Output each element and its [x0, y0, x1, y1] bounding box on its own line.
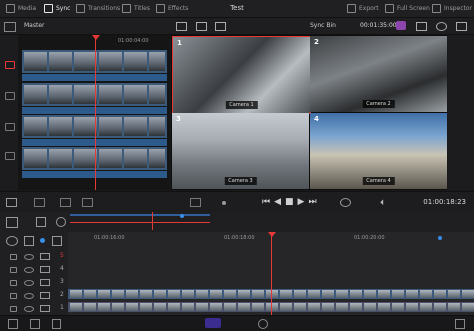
dot-indicator — [222, 201, 226, 205]
track-number: 2 — [60, 291, 64, 298]
sync-bin-clip-strip[interactable]: 01:00:04:00 — [18, 35, 170, 190]
track-number: 1 — [60, 304, 64, 311]
playhead-marker-icon[interactable] — [92, 35, 100, 40]
clip-tool-icon[interactable] — [60, 198, 71, 207]
monitor-icon[interactable] — [40, 279, 50, 286]
loop-icon[interactable] — [340, 198, 351, 207]
marker-dot — [438, 236, 442, 240]
clip-tool-icon[interactable] — [34, 198, 45, 207]
audio-icon[interactable] — [56, 217, 66, 227]
delete-icon[interactable] — [52, 319, 61, 329]
video-track-icon[interactable] — [5, 92, 15, 100]
eye-icon[interactable] — [24, 267, 34, 273]
master-label[interactable]: Master — [24, 22, 45, 29]
camera-label: Camera 2 — [362, 100, 395, 108]
lock-icon[interactable] — [10, 254, 17, 260]
bottom-toolbar — [0, 315, 474, 331]
timeline-playhead[interactable] — [271, 232, 272, 315]
eye-icon[interactable] — [24, 254, 34, 260]
overview-range — [70, 222, 210, 223]
video-track-icon[interactable] — [5, 123, 15, 131]
fullscreen-icon — [385, 4, 394, 13]
timeline-track-headers: 5 4 3 2 1 — [0, 212, 68, 315]
export-icon — [347, 4, 356, 13]
monitor-icon[interactable] — [40, 305, 50, 312]
camera-angle-3[interactable]: 3 Camera 3 — [172, 113, 309, 189]
settings-icon[interactable] — [455, 319, 465, 329]
sync-bin-label: Sync Bin — [310, 22, 336, 29]
audio-icon[interactable] — [215, 22, 226, 31]
viewer-header: Master Sync Bin 00:01:35:00 — [0, 18, 474, 35]
image-icon[interactable] — [176, 22, 187, 31]
clip-tool-icon[interactable] — [82, 198, 93, 207]
camera-angle-2[interactable]: 2 Camera 2 — [310, 36, 447, 112]
camera-label: Camera 1 — [225, 101, 258, 109]
scissors-icon[interactable] — [6, 198, 17, 207]
undo-icon[interactable] — [8, 319, 18, 329]
fullscreen-button[interactable]: Full Screen — [385, 4, 430, 13]
monitor-icon[interactable] — [40, 253, 50, 260]
inspector-button[interactable]: Inspector — [432, 4, 472, 13]
source-playhead[interactable] — [95, 35, 96, 190]
eye-icon[interactable] — [24, 293, 34, 299]
blue-dot-icon[interactable] — [40, 238, 45, 243]
transport-bar: ⏮◀■▶⏭ ⏴ 01:00:18:23 — [0, 191, 474, 212]
camera-angle-4[interactable]: 4 Camera 4 — [310, 113, 447, 189]
eye-icon[interactable] — [24, 306, 34, 312]
viewer-right-rail — [448, 35, 474, 190]
camera-angle-1[interactable]: 1 Camera 1 — [172, 36, 311, 114]
lock-icon[interactable] — [36, 217, 46, 227]
inspector-icon — [432, 4, 441, 13]
grid-icon[interactable] — [52, 236, 62, 246]
fusion-icon[interactable] — [258, 319, 268, 329]
multicam-viewer: 1 Camera 1 2 Camera 2 3 Camera 3 4 Camer… — [171, 35, 447, 190]
text-tool-icon[interactable] — [6, 217, 18, 228]
undo-icon[interactable] — [436, 22, 447, 31]
eye-icon[interactable] — [24, 280, 34, 286]
export-button[interactable]: Export — [347, 4, 379, 13]
monitor-icon[interactable] — [40, 266, 50, 273]
magnet-icon[interactable] — [6, 236, 18, 246]
timeline-timecode: 01:00:18:23 — [423, 198, 466, 206]
viewer-timecode: 00:01:35:00 — [360, 22, 397, 29]
settings-icon[interactable] — [456, 22, 467, 31]
playback-controls[interactable]: ⏮◀■▶⏭ — [262, 197, 321, 207]
source-timecode: 01:00:04:00 — [118, 38, 149, 44]
panel-toggle-icon[interactable] — [4, 22, 16, 32]
camera-label: Camera 3 — [224, 177, 257, 185]
playhead-marker-icon[interactable] — [268, 232, 276, 237]
prev-edit-icon[interactable]: ⏴ — [380, 198, 384, 208]
track-number: 3 — [60, 278, 64, 285]
lock-icon[interactable] — [10, 280, 17, 286]
cut-page-icon[interactable] — [205, 318, 221, 328]
ruler-timecode: 01:00:20:00 — [354, 235, 385, 241]
marker-dot — [180, 214, 184, 218]
ruler-timecode: 01:00:16:00 — [94, 235, 125, 241]
ruler-timecode: 01:00:18:00 — [224, 235, 255, 241]
track-number: 4 — [60, 265, 64, 272]
track-number: 5 — [60, 252, 64, 259]
camera-label: Camera 4 — [362, 177, 395, 185]
lock-icon[interactable] — [10, 293, 17, 299]
lock-icon[interactable] — [10, 306, 17, 312]
redo-icon[interactable] — [30, 319, 40, 329]
timeline-tracks-area[interactable]: 01:00:16:00 01:00:18:00 01:00:20:00 — [68, 232, 474, 315]
monitor-icon[interactable] — [40, 292, 50, 299]
snap-icon[interactable] — [416, 22, 427, 31]
lock-icon[interactable] — [10, 267, 17, 273]
top-toolbar: Media Sync Transitions Titles Effects Te… — [0, 0, 474, 18]
video-track-icon[interactable] — [5, 152, 15, 160]
overview-playhead[interactable] — [152, 212, 153, 230]
link-icon[interactable] — [24, 236, 34, 246]
video-track-icon[interactable] — [5, 61, 15, 69]
grid-icon[interactable] — [196, 22, 207, 31]
overview-track — [70, 214, 210, 216]
cut-tool-icon[interactable] — [396, 21, 406, 30]
source-track-rail — [0, 35, 19, 190]
trim-icon[interactable] — [190, 198, 201, 207]
